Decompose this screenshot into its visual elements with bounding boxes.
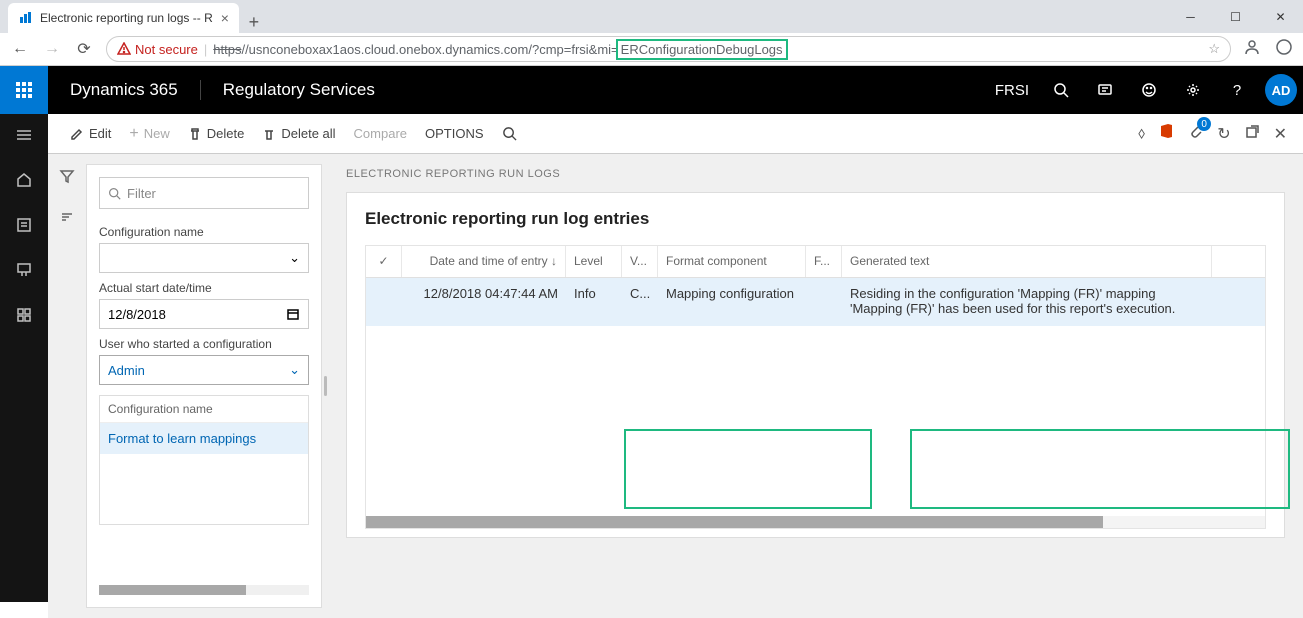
filter-search-input[interactable]: Filter [99,177,309,209]
action-refresh-icon[interactable]: ↻ [1217,124,1230,144]
left-nav-rail [0,114,48,602]
header-avatar[interactable]: AD [1259,66,1303,114]
nav-home-icon[interactable] [15,171,33,194]
browser-tab[interactable]: Electronic reporting run logs -- R × [8,3,239,33]
cell-v: C... [622,278,658,326]
cell-text: Residing in the configuration 'Mapping (… [842,278,1212,326]
nav-modules-icon[interactable] [15,306,33,329]
calendar-icon [286,307,300,321]
brand-name[interactable]: Dynamics 365 [48,80,200,100]
cell-level: Info [566,278,622,326]
filter-scrollbar[interactable] [99,585,309,595]
delete-all-button[interactable]: Delete all [256,122,341,145]
nav-reload-button[interactable]: ⟳ [74,39,94,59]
new-button: +New [123,121,175,147]
filter-funnel-icon[interactable] [59,168,75,189]
action-close-icon[interactable]: ✕ [1274,124,1287,144]
security-warning: Not secure [117,42,198,57]
not-secure-label: Not secure [135,42,198,57]
delete-button[interactable]: Delete [182,122,251,145]
bookmark-icon[interactable]: ☆ [1208,41,1220,57]
header-messages-button[interactable] [1083,66,1127,114]
window-close-button[interactable]: ✕ [1258,2,1303,32]
nav-forward-button: → [42,40,62,58]
chevron-down-icon: ⌄ [289,362,300,378]
browser-tab-strip: Electronic reporting run logs -- R × + ─… [0,0,1303,33]
waffle-icon [16,82,32,98]
tab-close-icon[interactable]: × [221,10,229,26]
action-attachments-icon[interactable]: 0 [1188,123,1203,144]
grid-scrollbar[interactable] [366,516,1265,528]
col-component[interactable]: Format component [658,246,806,277]
action-pane: Edit +New Delete Delete all Compare OPTI… [48,114,1303,154]
col-check[interactable]: ✓ [366,246,402,277]
action-office-icon[interactable] [1159,123,1174,144]
col-f[interactable]: F... [806,246,842,277]
app-header: Dynamics 365 Regulatory Services FRSI ? … [0,66,1303,114]
entries-card: Electronic reporting run log entries ✓ D… [346,192,1285,538]
page-label: ELECTRONIC REPORTING RUN LOGS [346,168,1285,180]
entries-grid: ✓ Date and time of entry ↓ Level V... Fo… [365,245,1266,529]
action-popout-icon[interactable] [1245,124,1260,144]
config-name-dropdown[interactable]: ⌄ [99,243,309,273]
url-text: https//usnconeboxax1aos.cloud.onebox.dyn… [213,42,787,57]
cell-date: 12/8/2018 04:47:44 AM [402,278,566,326]
profile-icon[interactable] [1243,38,1261,61]
tab-title: Electronic reporting run logs -- R [40,11,213,25]
tab-favicon [18,11,32,25]
window-minimize-button[interactable]: ─ [1168,2,1213,32]
user-label: User who started a configuration [99,337,309,351]
edit-button[interactable]: Edit [64,122,117,145]
col-v[interactable]: V... [622,246,658,277]
cell-component: Mapping configuration [658,278,806,326]
filter-rail [48,154,86,618]
nav-recent-icon[interactable] [15,216,33,239]
cell-f [806,278,842,326]
chevron-down-icon: ⌄ [289,250,300,266]
user-dropdown[interactable]: Admin⌄ [99,355,309,385]
header-feedback-button[interactable] [1127,66,1171,114]
col-level[interactable]: Level [566,246,622,277]
list-header: Configuration name [100,396,308,423]
config-list: Configuration name Format to learn mappi… [99,395,309,525]
filter-panel: Filter Configuration name ⌄ Actual start… [86,164,322,608]
card-title: Electronic reporting run log entries [365,209,1266,229]
header-settings-button[interactable] [1171,66,1215,114]
options-button[interactable]: OPTIONS [419,122,490,145]
browser-menu-icon[interactable] [1275,38,1293,61]
col-text[interactable]: Generated text [842,246,1212,277]
action-search-button[interactable] [496,122,523,145]
detail-panel: ELECTRONIC REPORTING RUN LOGS Electronic… [328,154,1303,618]
action-connect-icon[interactable]: ⬨ [1138,125,1145,143]
service-name[interactable]: Regulatory Services [200,80,397,100]
new-tab-button[interactable]: + [239,12,269,33]
col-date[interactable]: Date and time of entry ↓ [402,246,566,277]
nav-workspace-icon[interactable] [15,261,33,284]
list-item[interactable]: Format to learn mappings [100,423,308,454]
compare-button: Compare [348,122,413,145]
company-selector[interactable]: FRSI [985,66,1039,114]
table-row[interactable]: 12/8/2018 04:47:44 AM Info C... Mapping … [366,278,1265,326]
config-name-label: Configuration name [99,225,309,239]
app-launcher-button[interactable] [0,66,48,114]
window-maximize-button[interactable]: ☐ [1213,2,1258,32]
browser-address-bar: ← → ⟳ Not secure | https//usnconeboxax1a… [0,33,1303,66]
content-area: Filter Configuration name ⌄ Actual start… [48,154,1303,618]
start-date-label: Actual start date/time [99,281,309,295]
header-help-button[interactable]: ? [1215,66,1259,114]
nav-back-button[interactable]: ← [10,40,30,58]
warning-icon [117,42,131,56]
grid-header-row: ✓ Date and time of entry ↓ Level V... Fo… [366,246,1265,278]
url-input[interactable]: Not secure | https//usnconeboxax1aos.clo… [106,36,1231,62]
start-date-input[interactable]: 12/8/2018 [99,299,309,329]
attachment-badge: 0 [1197,117,1211,131]
nav-menu-icon[interactable] [15,126,33,149]
filter-collapse-icon[interactable] [59,209,75,230]
header-search-button[interactable] [1039,66,1083,114]
